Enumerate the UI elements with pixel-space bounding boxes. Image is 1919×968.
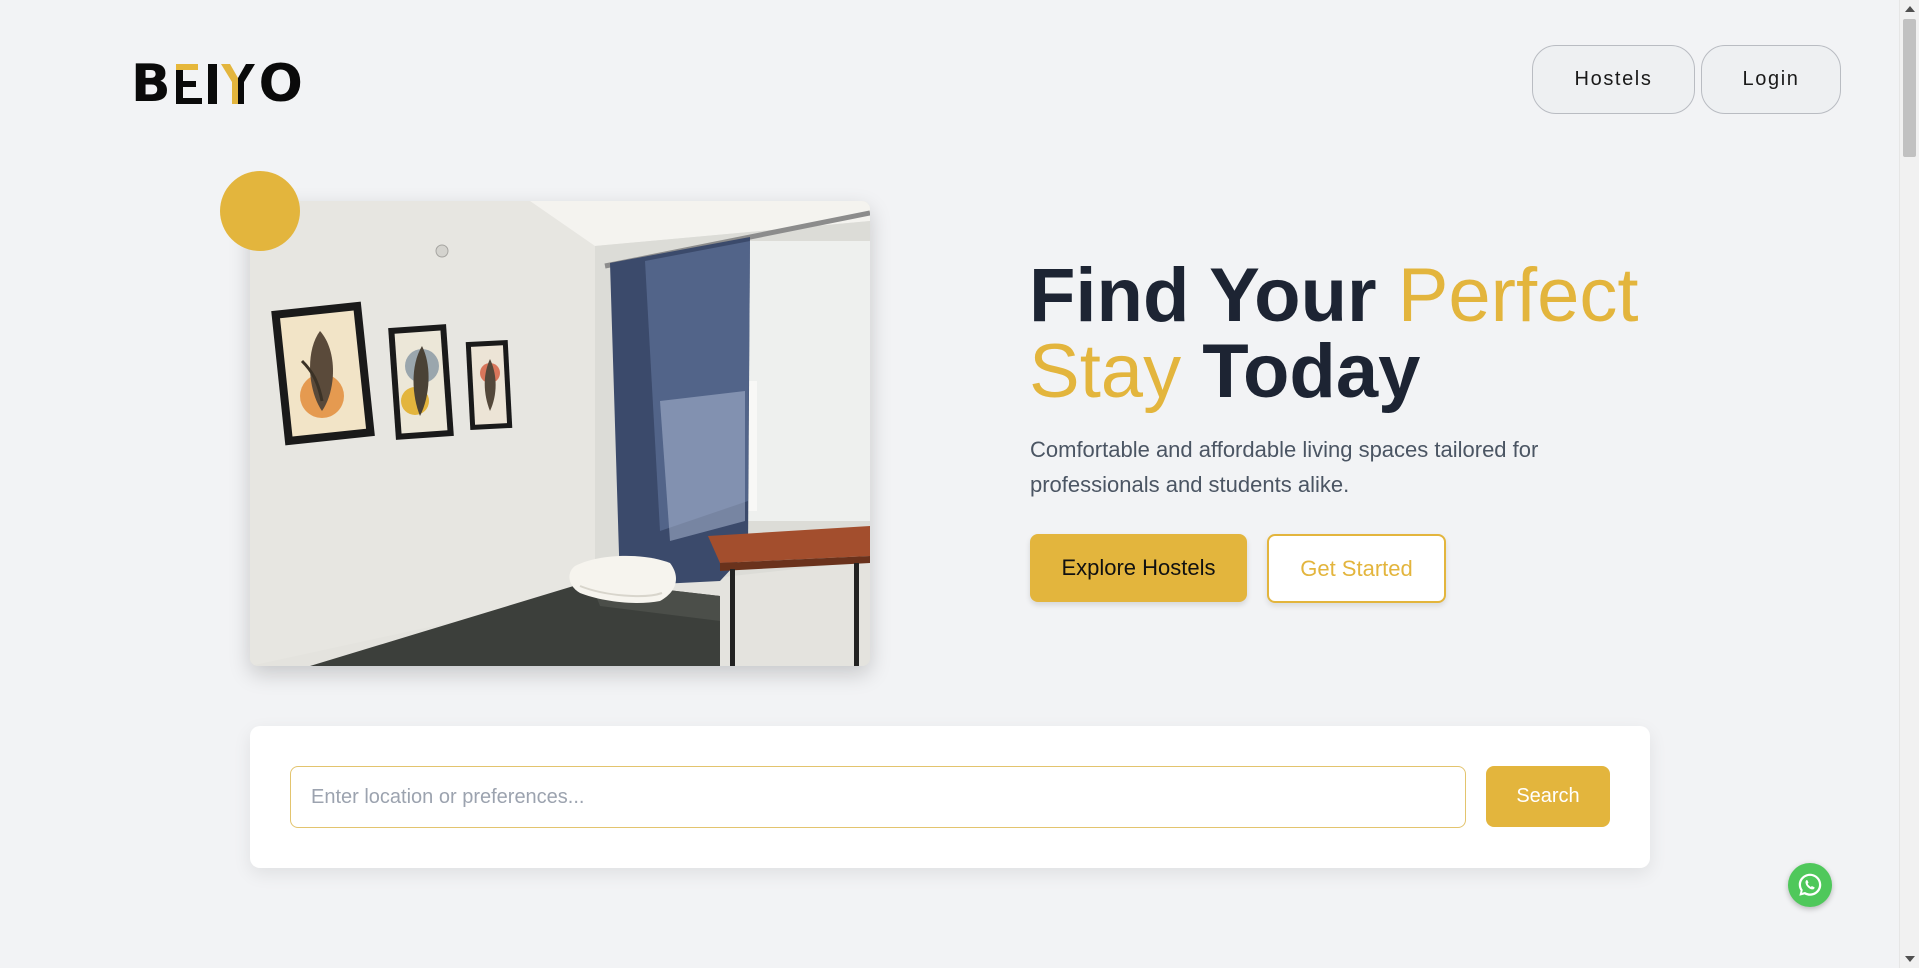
vertical-scrollbar[interactable]	[1899, 0, 1919, 968]
scroll-down-arrow-icon[interactable]	[1905, 956, 1915, 962]
logo-letter-o: O	[258, 54, 304, 114]
logo-letter-b: B	[131, 54, 172, 114]
decorative-accent-circle	[220, 171, 300, 251]
hostels-nav-button[interactable]: Hostels	[1532, 45, 1695, 114]
hero-title-part4: Today	[1181, 329, 1421, 414]
whatsapp-icon[interactable]	[1788, 863, 1832, 907]
hero-title-highlight-stay: Stay	[1029, 329, 1182, 414]
brand-logo[interactable]: B O	[131, 54, 304, 114]
logo-letter-y	[220, 64, 255, 104]
logo-letter-i	[207, 64, 217, 104]
login-button[interactable]: Login	[1701, 45, 1841, 114]
top-nav: Hostels Login	[1532, 45, 1841, 114]
search-button[interactable]: Search	[1486, 766, 1610, 827]
page: B O Hostels Login Find Your Perfect Stay…	[0, 0, 1919, 968]
hero-room-image	[250, 201, 870, 666]
hero-title: Find Your Perfect Stay Today	[1029, 258, 1729, 410]
scrollbar-thumb[interactable]	[1903, 19, 1916, 157]
search-input[interactable]	[290, 766, 1466, 828]
search-card: Search	[250, 726, 1650, 868]
explore-hostels-button[interactable]: Explore Hostels	[1030, 534, 1247, 602]
logo-letter-e	[175, 64, 204, 104]
get-started-button[interactable]: Get Started	[1267, 534, 1446, 603]
hero-title-highlight-perfect: Perfect	[1397, 253, 1639, 338]
hero-subtitle: Comfortable and affordable living spaces…	[1030, 437, 1539, 497]
scroll-up-arrow-icon[interactable]	[1905, 6, 1915, 12]
hero-title-part1: Find Your	[1029, 253, 1398, 338]
